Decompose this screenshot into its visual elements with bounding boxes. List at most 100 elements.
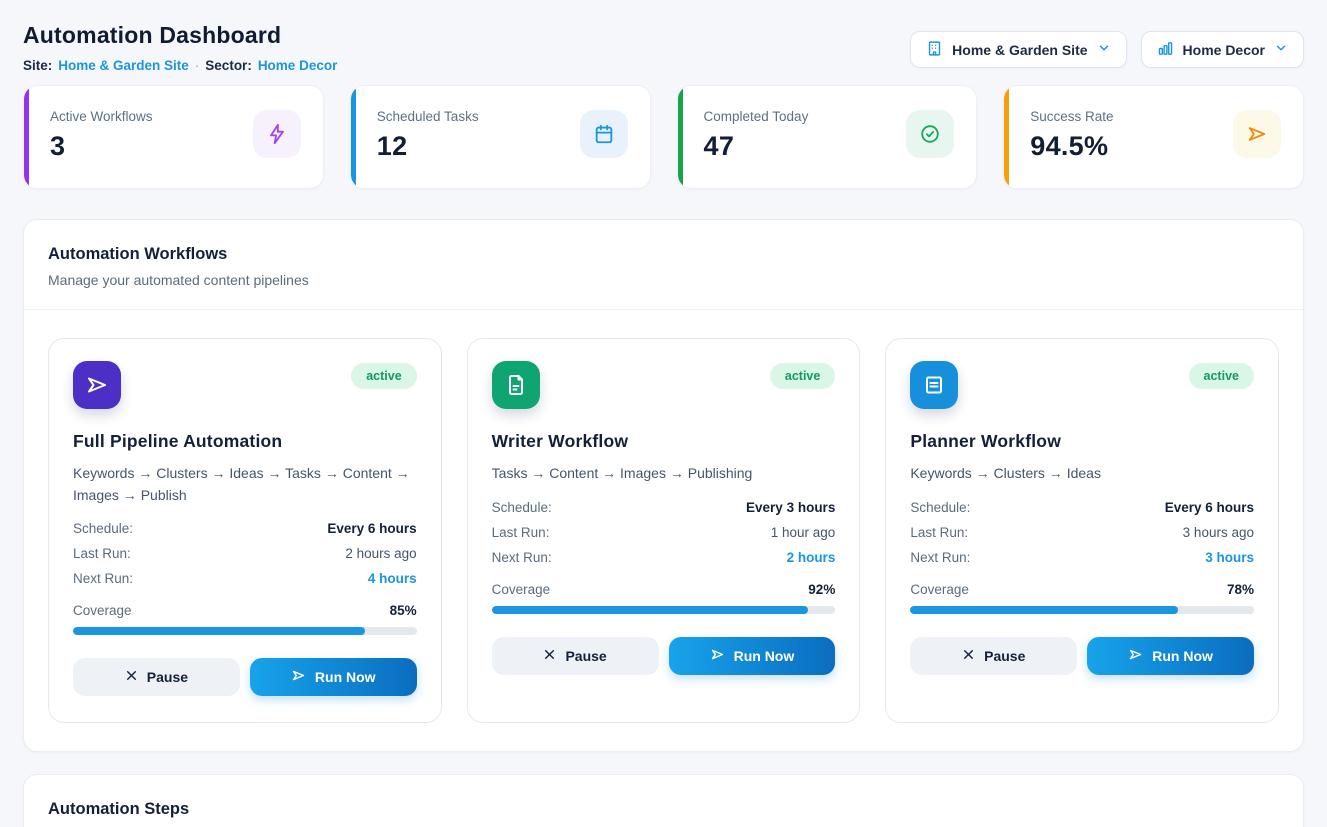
- site-selector-label: Home & Garden Site: [952, 42, 1087, 58]
- pause-button[interactable]: Pause: [73, 658, 240, 696]
- chevron-down-icon: [1274, 41, 1288, 58]
- coverage-label: Coverage: [910, 582, 969, 597]
- status-badge: active: [770, 363, 835, 389]
- pause-button[interactable]: Pause: [910, 637, 1077, 675]
- schedule-value: Every 6 hours: [1165, 500, 1254, 515]
- workflows-panel-title: Automation Workflows: [48, 245, 1279, 264]
- next-run-label: Next Run:: [910, 550, 970, 565]
- last-run-label: Last Run:: [73, 546, 131, 561]
- coverage-value: 78%: [1227, 582, 1254, 597]
- coverage-row: Coverage 85%: [73, 603, 417, 618]
- sector-link[interactable]: Home Decor: [258, 58, 338, 73]
- next-run-value: 3 hours: [1205, 550, 1254, 565]
- run-now-label: Run Now: [1152, 648, 1213, 664]
- last-run-value: 3 hours ago: [1183, 525, 1254, 540]
- run-now-button[interactable]: Run Now: [250, 658, 417, 696]
- x-icon: [543, 648, 556, 664]
- automation-workflows-panel: Automation Workflows Manage your automat…: [23, 219, 1304, 752]
- steps-panel-title: Automation Steps: [48, 800, 1279, 819]
- next-run-label: Next Run:: [492, 550, 552, 565]
- breadcrumb: Site: Home & Garden Site · Sector: Home …: [23, 58, 337, 73]
- sector-label: Sector:: [205, 58, 252, 73]
- workflows-panel-body: active Full Pipeline Automation Keywords…: [24, 310, 1303, 751]
- workflow-pipeline: Keywords → Clusters → Ideas: [910, 463, 1254, 485]
- lightning-icon: [253, 110, 301, 158]
- accent-stripe: [351, 86, 356, 188]
- chevron-down-icon: [1097, 41, 1111, 58]
- progress-bar-fill: [492, 606, 808, 614]
- schedule-row: Schedule: Every 3 hours: [492, 500, 836, 515]
- calendar-icon: [580, 110, 628, 158]
- sector-selector-label: Home Decor: [1183, 42, 1265, 58]
- status-badge: active: [351, 363, 416, 389]
- progress-bar-fill: [910, 606, 1178, 614]
- pause-label: Pause: [984, 648, 1025, 664]
- workflow-pipeline: Tasks → Content → Images → Publishing: [492, 463, 836, 485]
- x-icon: [962, 648, 975, 664]
- bar-chart-icon: [1157, 40, 1174, 60]
- next-run-value: 2 hours: [787, 550, 836, 565]
- workflow-card-top: active: [492, 361, 836, 409]
- coverage-block: Coverage 85%: [73, 603, 417, 635]
- coverage-value: 85%: [390, 603, 417, 618]
- workflow-actions: Pause Run Now: [492, 637, 836, 675]
- workflow-card-full-pipeline: active Full Pipeline Automation Keywords…: [48, 338, 442, 723]
- workflows-panel-subtitle: Manage your automated content pipelines: [48, 272, 1279, 288]
- schedule-label: Schedule:: [910, 500, 970, 515]
- coverage-block: Coverage 92%: [492, 582, 836, 614]
- send-icon: [291, 668, 306, 686]
- progress-bar: [492, 606, 836, 614]
- run-now-button[interactable]: Run Now: [669, 637, 836, 675]
- workflow-card-planner: active Planner Workflow Keywords → Clust…: [885, 338, 1279, 723]
- last-run-value: 2 hours ago: [345, 546, 416, 561]
- workflow-card-writer: active Writer Workflow Tasks → Content →…: [467, 338, 861, 723]
- site-link[interactable]: Home & Garden Site: [58, 58, 189, 73]
- stat-card-success-rate: Success Rate 94.5%: [1003, 85, 1304, 189]
- list-icon: [910, 361, 958, 409]
- coverage-row: Coverage 78%: [910, 582, 1254, 597]
- coverage-row: Coverage 92%: [492, 582, 836, 597]
- pause-label: Pause: [565, 648, 606, 664]
- x-icon: [125, 669, 138, 685]
- coverage-label: Coverage: [492, 582, 551, 597]
- pause-button[interactable]: Pause: [492, 637, 659, 675]
- schedule-label: Schedule:: [73, 521, 133, 536]
- site-selector-dropdown[interactable]: Home & Garden Site: [910, 31, 1126, 68]
- coverage-value: 92%: [808, 582, 835, 597]
- last-run-label: Last Run:: [492, 525, 550, 540]
- last-run-row: Last Run: 2 hours ago: [73, 546, 417, 561]
- building-icon: [926, 40, 943, 60]
- automation-dashboard-page: Automation Dashboard Site: Home & Garden…: [0, 0, 1327, 827]
- header-selectors: Home & Garden Site Home Decor: [910, 31, 1304, 68]
- run-now-button[interactable]: Run Now: [1087, 637, 1254, 675]
- check-circle-icon: [906, 110, 954, 158]
- workflow-title: Writer Workflow: [492, 431, 836, 452]
- last-run-row: Last Run: 1 hour ago: [492, 525, 836, 540]
- stat-card-active-workflows: Active Workflows 3: [23, 85, 324, 189]
- schedule-row: Schedule: Every 6 hours: [73, 521, 417, 536]
- stat-card-completed-today: Completed Today 47: [677, 85, 978, 189]
- accent-stripe: [678, 86, 683, 188]
- sector-selector-dropdown[interactable]: Home Decor: [1141, 31, 1304, 68]
- run-now-label: Run Now: [734, 648, 795, 664]
- last-run-value: 1 hour ago: [771, 525, 836, 540]
- next-run-value: 4 hours: [368, 571, 417, 586]
- send-icon: [1233, 110, 1281, 158]
- workflow-card-top: active: [910, 361, 1254, 409]
- header-left: Automation Dashboard Site: Home & Garden…: [23, 22, 337, 73]
- send-icon: [1128, 647, 1143, 665]
- site-label: Site:: [23, 58, 52, 73]
- pause-label: Pause: [147, 669, 188, 685]
- workflow-meta: Schedule: Every 6 hours Last Run: 3 hour…: [910, 500, 1254, 565]
- page-title: Automation Dashboard: [23, 22, 337, 49]
- workflow-pipeline: Keywords → Clusters → Ideas → Tasks → Co…: [73, 463, 417, 506]
- accent-stripe: [24, 86, 29, 188]
- workflow-title: Full Pipeline Automation: [73, 431, 417, 452]
- automation-steps-panel: Automation Steps Configure which steps a…: [23, 774, 1304, 827]
- accent-stripe: [1004, 86, 1009, 188]
- next-run-label: Next Run:: [73, 571, 133, 586]
- status-badge: active: [1189, 363, 1254, 389]
- last-run-label: Last Run:: [910, 525, 968, 540]
- run-now-label: Run Now: [315, 669, 376, 685]
- stat-card-scheduled-tasks: Scheduled Tasks 12: [350, 85, 651, 189]
